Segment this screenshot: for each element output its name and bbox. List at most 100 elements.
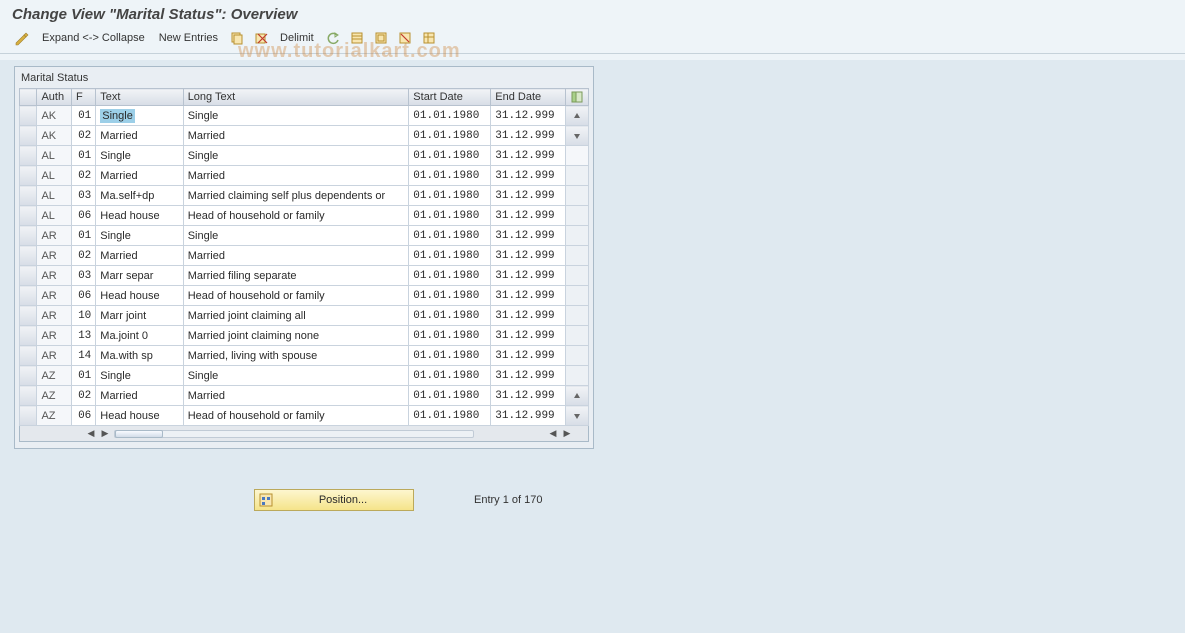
row-selector[interactable] [20, 126, 37, 146]
cell-long-text[interactable]: Head of household or family [183, 206, 409, 226]
col-text-header[interactable]: Text [96, 89, 183, 106]
configure-columns-icon[interactable] [566, 89, 589, 106]
table-row[interactable]: AL03Ma.self+dpMarried claiming self plus… [20, 186, 589, 206]
col-f-header[interactable]: F [72, 89, 96, 106]
cell-text[interactable]: Head house [96, 206, 183, 226]
copy-icon[interactable] [228, 29, 246, 47]
scroll-track[interactable] [566, 306, 589, 326]
cell-long-text[interactable]: Single [183, 146, 409, 166]
cell-text[interactable]: Head house [96, 286, 183, 306]
cell-text[interactable]: Marr joint [96, 306, 183, 326]
scroll-track[interactable] [566, 286, 589, 306]
cell-long-text[interactable]: Married claiming self plus dependents or [183, 186, 409, 206]
row-selector[interactable] [20, 246, 37, 266]
row-selector[interactable] [20, 186, 37, 206]
delete-icon[interactable] [252, 29, 270, 47]
hscroll-left2-icon[interactable]: ◀ [546, 428, 560, 439]
scroll-track[interactable] [566, 346, 589, 366]
scroll-track[interactable] [566, 366, 589, 386]
scroll-track[interactable] [566, 166, 589, 186]
scroll-track[interactable] [566, 266, 589, 286]
scroll-track[interactable] [566, 186, 589, 206]
row-selector[interactable] [20, 366, 37, 386]
table-row[interactable]: AK01SingleSingle01.01.198031.12.999 [20, 106, 589, 126]
cell-text[interactable]: Ma.self+dp [96, 186, 183, 206]
deselect-all-icon[interactable] [396, 29, 414, 47]
row-selector[interactable] [20, 226, 37, 246]
row-selector[interactable] [20, 166, 37, 186]
row-selector[interactable] [20, 326, 37, 346]
row-selector[interactable] [20, 146, 37, 166]
col-auth-header[interactable]: Auth [37, 89, 72, 106]
table-row[interactable]: AR03Marr separMarried filing separate01.… [20, 266, 589, 286]
cell-text[interactable]: Married [96, 166, 183, 186]
new-entries-button[interactable]: New Entries [155, 32, 222, 44]
row-selector[interactable] [20, 306, 37, 326]
scroll-up-icon[interactable] [566, 106, 589, 126]
table-row[interactable]: AL06Head houseHead of household or famil… [20, 206, 589, 226]
cell-long-text[interactable]: Head of household or family [183, 286, 409, 306]
scroll-up2-icon[interactable] [566, 386, 589, 406]
cell-long-text[interactable]: Married joint claiming all [183, 306, 409, 326]
cell-long-text[interactable]: Married filing separate [183, 266, 409, 286]
row-selector[interactable] [20, 386, 37, 406]
cell-long-text[interactable]: Married joint claiming none [183, 326, 409, 346]
scroll-down-icon[interactable] [566, 126, 589, 146]
select-block-icon[interactable] [372, 29, 390, 47]
row-selector[interactable] [20, 106, 37, 126]
position-button[interactable]: Position... [254, 489, 414, 511]
cell-long-text[interactable]: Single [183, 366, 409, 386]
cell-text[interactable]: Ma.joint 0 [96, 326, 183, 346]
scroll-down2-icon[interactable] [566, 406, 589, 426]
row-selector-header[interactable] [20, 89, 37, 106]
col-long-header[interactable]: Long Text [183, 89, 409, 106]
undo-icon[interactable] [324, 29, 342, 47]
cell-text[interactable]: Marr separ [96, 266, 183, 286]
table-row[interactable]: AR14Ma.with spMarried, living with spous… [20, 346, 589, 366]
toggle-change-icon[interactable] [12, 29, 32, 47]
cell-text[interactable]: Married [96, 386, 183, 406]
col-start-header[interactable]: Start Date [409, 89, 491, 106]
cell-text[interactable]: Head house [96, 406, 183, 426]
table-row[interactable]: AZ06Head houseHead of household or famil… [20, 406, 589, 426]
cell-long-text[interactable]: Married [183, 126, 409, 146]
row-selector[interactable] [20, 266, 37, 286]
cell-text[interactable]: Single [96, 106, 183, 126]
col-end-header[interactable]: End Date [491, 89, 566, 106]
hscroll-right2-icon[interactable]: ▶ [560, 428, 574, 439]
cell-text[interactable]: Single [96, 366, 183, 386]
row-selector[interactable] [20, 206, 37, 226]
hscroll-right-icon[interactable]: ▶ [98, 428, 112, 439]
cell-text[interactable]: Single [96, 146, 183, 166]
table-row[interactable]: AR13Ma.joint 0Married joint claiming non… [20, 326, 589, 346]
hscroll-thumb[interactable] [115, 430, 163, 438]
table-row[interactable]: AR06Head houseHead of household or famil… [20, 286, 589, 306]
scroll-track[interactable] [566, 226, 589, 246]
row-selector[interactable] [20, 406, 37, 426]
print-icon[interactable] [420, 29, 438, 47]
hscroll-track[interactable] [114, 430, 474, 438]
cell-long-text[interactable]: Married [183, 166, 409, 186]
cell-text[interactable]: Married [96, 246, 183, 266]
delimit-button[interactable]: Delimit [276, 32, 318, 44]
table-row[interactable]: AR02MarriedMarried01.01.198031.12.999 [20, 246, 589, 266]
hscroll-left-icon[interactable]: ◀ [84, 428, 98, 439]
table-row[interactable]: AK02MarriedMarried01.01.198031.12.999 [20, 126, 589, 146]
scroll-track[interactable] [566, 246, 589, 266]
table-row[interactable]: AL01SingleSingle01.01.198031.12.999 [20, 146, 589, 166]
table-row[interactable]: AZ01SingleSingle01.01.198031.12.999 [20, 366, 589, 386]
table-row[interactable]: AR10Marr jointMarried joint claiming all… [20, 306, 589, 326]
scroll-track[interactable] [566, 206, 589, 226]
cell-text[interactable]: Single [96, 226, 183, 246]
cell-long-text[interactable]: Head of household or family [183, 406, 409, 426]
cell-long-text[interactable]: Single [183, 106, 409, 126]
cell-text[interactable]: Married [96, 126, 183, 146]
select-all-icon[interactable] [348, 29, 366, 47]
cell-long-text[interactable]: Married, living with spouse [183, 346, 409, 366]
cell-text[interactable]: Ma.with sp [96, 346, 183, 366]
scroll-thumb-top[interactable] [566, 146, 589, 166]
table-row[interactable]: AL02MarriedMarried01.01.198031.12.999 [20, 166, 589, 186]
horizontal-scroll[interactable]: ◀ ▶ ◀ ▶ [19, 426, 589, 442]
expand-collapse-button[interactable]: Expand <-> Collapse [38, 32, 149, 44]
row-selector[interactable] [20, 346, 37, 366]
